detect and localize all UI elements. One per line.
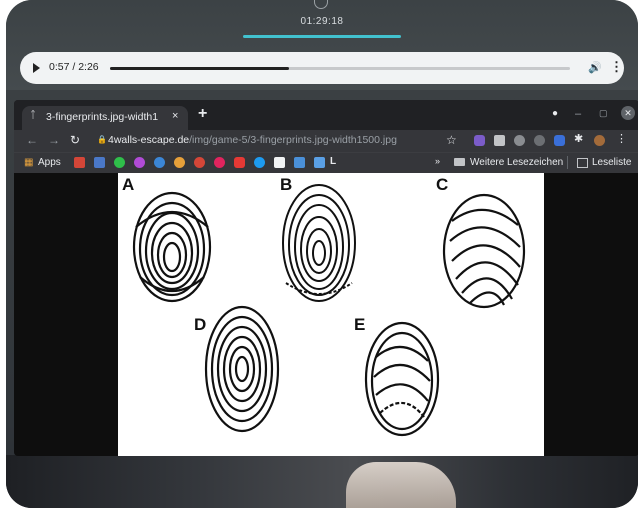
minimize-button[interactable]: – [575,108,581,120]
shield-extension-icon[interactable] [554,135,565,146]
folder-icon [454,158,465,166]
forward-icon[interactable]: → [48,133,60,147]
tab-close-icon[interactable]: × [172,110,178,122]
reading-list-icon [577,158,588,168]
record-icon[interactable]: ● [552,108,558,119]
apps-grid-icon[interactable]: ▦ [24,157,33,168]
hand-image [346,462,456,508]
timer-bar [243,35,401,38]
play-icon[interactable] [33,63,40,73]
amazon-bookmark-icon[interactable] [274,157,285,168]
back-icon[interactable]: ← [26,133,38,147]
bookmark-icon-12[interactable] [294,157,305,168]
bookmark-icon-4[interactable] [134,157,145,168]
puzzle-icon[interactable]: ✱ [574,132,585,145]
fingerprint-d-icon [204,305,280,433]
photos-bookmark-icon[interactable] [174,157,185,168]
timer-display: 01:29:18 [300,16,344,27]
volume-icon[interactable]: 🔊 [588,61,602,74]
menu-icon[interactable]: ⋮ [616,132,627,145]
new-tab-button[interactable]: + [198,105,207,123]
audio-progress-fill [110,67,290,70]
tab-title: 3-fingerprints.jpg-width1 [46,111,159,123]
tab-bar: ᛏ 3-fingerprints.jpg-width1 × + ● – ▢ ✕ [14,100,638,130]
tab-favicon-icon: ᛏ [30,110,36,121]
bookmark-l[interactable]: L [330,156,336,167]
youtube-bookmark-icon[interactable] [234,157,245,168]
twitter-bookmark-icon[interactable] [254,157,265,168]
gmail-bookmark-icon[interactable] [74,157,85,168]
bookmarks-overflow-chevron[interactable]: » [435,156,440,166]
bookmark-apps[interactable]: Apps [38,157,61,168]
audio-player: 0:57 / 2:26 🔊 ⋮ [20,52,624,84]
reading-list[interactable]: Leseliste [592,157,631,168]
drive-bookmark-icon[interactable] [154,157,165,168]
bookmark-icon-8[interactable] [214,157,225,168]
device-frame: 01:29:18 0:57 / 2:26 🔊 ⋮ ᛏ 3-fingerprint… [6,0,638,508]
fingerprint-e-icon [364,321,440,437]
more-vert-icon[interactable]: ⋮ [610,59,623,75]
browser-window: ᛏ 3-fingerprints.jpg-width1 × + ● – ▢ ✕ … [14,100,638,456]
star-icon[interactable]: ☆ [446,133,457,147]
whatsapp-bookmark-icon[interactable] [114,157,125,168]
reload-icon[interactable]: ↻ [70,133,80,147]
bookmark-icon-7[interactable] [194,157,205,168]
fingerprint-c-icon [442,193,526,309]
other-bookmarks-folder[interactable]: Weitere Lesezeichen [470,157,563,168]
url-host: 4walls-escape.de [108,134,190,146]
audio-time: 0:57 / 2:26 [49,61,99,73]
camera-extension-icon[interactable] [494,135,505,146]
extension-icon-2[interactable] [514,135,525,146]
bookmark-icon-2[interactable] [94,157,105,168]
fingerprints-image: A B C D E [118,173,544,456]
lock-icon[interactable]: 🔒 [97,135,107,144]
fingerprint-a-icon [132,191,212,303]
close-window-button[interactable]: ✕ [621,106,635,120]
extension-icon[interactable] [474,135,485,146]
video-bottom-strip [6,455,638,508]
top-handle-icon [314,0,328,9]
extension-icon-3[interactable] [534,135,545,146]
url-path: /img/game-5/3-fingerprints.jpg-width1500… [189,134,397,146]
bookmarks-divider [567,156,568,169]
page-viewport: A B C D E [14,173,638,456]
browser-toolbar: ← → ↻ 🔒 4walls-escape.de/img/game-5/3-fi… [14,130,638,152]
fingerprint-b-icon [282,184,356,302]
maximize-button[interactable]: ▢ [599,108,608,119]
profile-avatar[interactable] [594,135,605,146]
bookmarks-bar: ▦ Apps L » Weitere Lesezeichen Leseliste [14,152,638,173]
audio-seek-bar[interactable] [110,67,570,70]
address-bar[interactable]: 4walls-escape.de/img/game-5/3-fingerprin… [108,134,397,146]
bookmark-icon-13[interactable] [314,157,325,168]
tab-fingerprints[interactable]: ᛏ 3-fingerprints.jpg-width1 × [22,106,188,130]
